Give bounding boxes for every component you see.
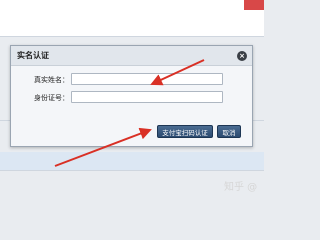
id-number-input[interactable] bbox=[71, 91, 223, 103]
close-icon[interactable]: × bbox=[237, 51, 247, 61]
real-name-input[interactable] bbox=[71, 73, 223, 85]
dialog-title: 实名认证 bbox=[17, 51, 49, 60]
watermark: 知乎 @ bbox=[224, 182, 258, 193]
background-row-band bbox=[0, 152, 264, 170]
id-number-label: 身份证号： bbox=[34, 94, 69, 102]
background-accent bbox=[244, 0, 264, 10]
alipay-scan-verify-button[interactable]: 支付宝扫码认证 bbox=[157, 125, 213, 138]
cancel-button[interactable]: 取消 bbox=[217, 125, 241, 138]
dialog-header: 实名认证 × bbox=[11, 46, 252, 66]
real-name-verification-dialog: 实名认证 × 真实姓名： 身份证号： 支付宝扫码认证 取消 bbox=[10, 45, 253, 147]
real-name-label: 真实姓名： bbox=[34, 76, 69, 84]
background-divider bbox=[0, 170, 264, 171]
background-divider bbox=[0, 36, 264, 37]
background-header bbox=[0, 0, 264, 36]
